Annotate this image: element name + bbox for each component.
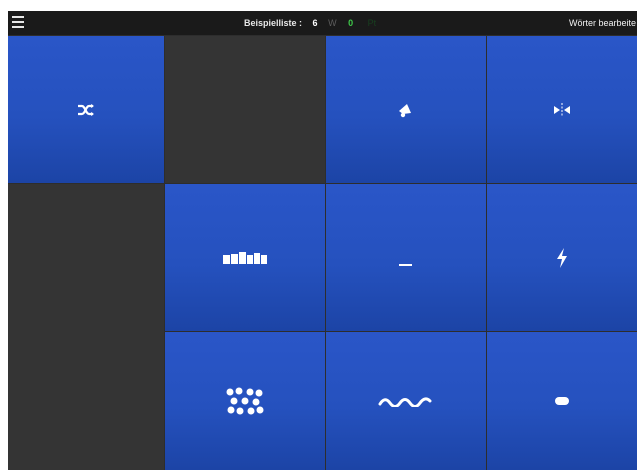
dots-cluster-icon [226,387,264,415]
hamburger-menu-icon[interactable] [12,16,24,30]
underscore-icon [399,263,412,266]
megaphone-tile[interactable] [326,36,486,183]
wave-tile[interactable] [326,332,486,470]
word-unit-label: W [328,18,337,28]
mirror-tile[interactable] [487,36,637,183]
lightning-tile[interactable] [487,184,637,331]
shuffle-tile[interactable] [8,36,164,183]
dots-tile[interactable] [165,332,325,470]
app-frame: Beispielliste : 6 W 0 Pt Wörter bearbeit… [8,11,637,470]
pill-tile[interactable] [487,332,637,470]
megaphone-icon [399,103,411,117]
points-unit-label: Pt [367,18,377,28]
pill-icon [555,397,569,405]
blocks-tile[interactable] [165,184,325,331]
empty-tile-top [165,36,325,183]
lightning-icon [557,247,567,268]
top-bar: Beispielliste : 6 W 0 Pt Wörter bearbeit… [8,11,637,35]
shuffle-icon [78,103,94,116]
blocks-row-icon [223,251,267,264]
score-value: 0 [348,18,354,28]
edit-words-button[interactable]: Wörter bearbeite [569,11,636,35]
word-count: 6 [312,18,318,28]
underscore-tile[interactable] [326,184,486,331]
mirror-arrows-icon [554,102,570,117]
list-status: Beispielliste : 6 W 0 Pt [244,11,376,35]
list-label: Beispielliste : [244,18,303,28]
empty-tile-left [8,184,164,470]
wave-icon [378,397,432,407]
